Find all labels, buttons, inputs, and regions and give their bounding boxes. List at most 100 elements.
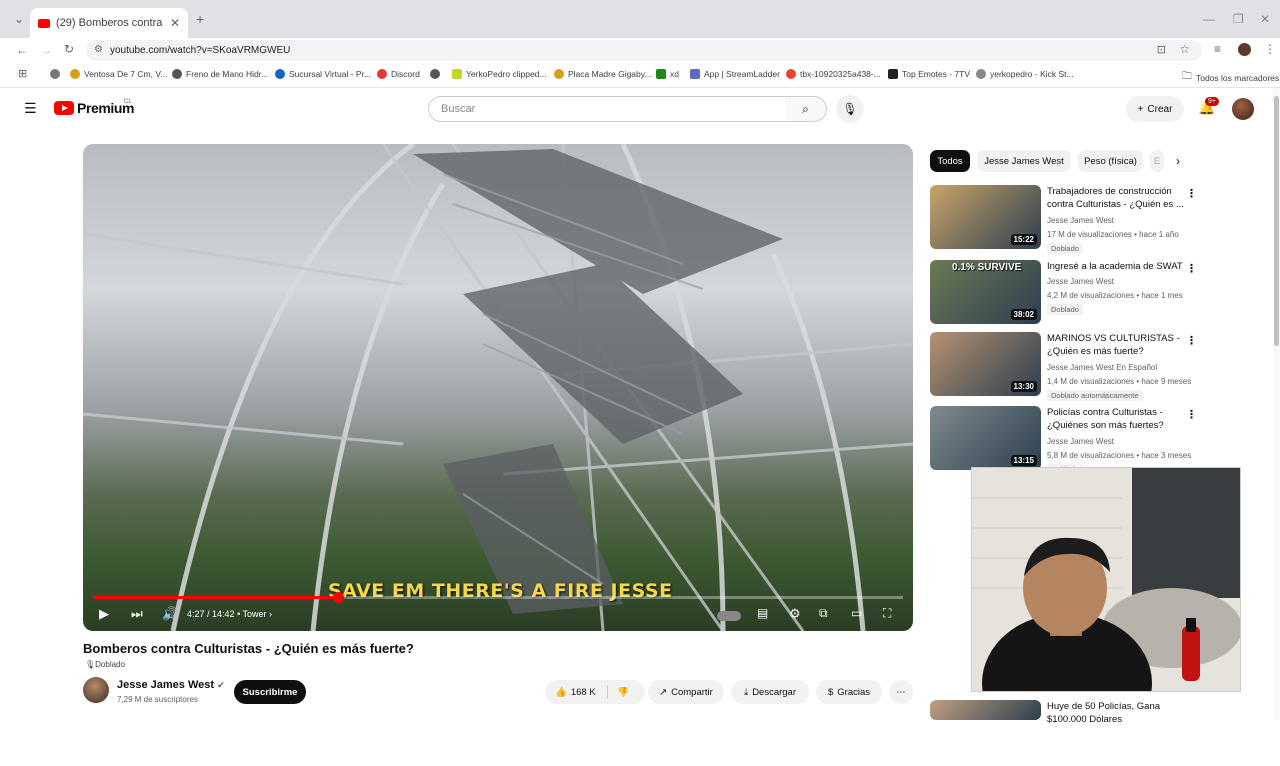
bookmark-item[interactable]: Placa Madre Gigaby... <box>554 69 651 79</box>
more-vertical-icon[interactable]: ⋮ <box>1186 262 1197 275</box>
next-video-icon[interactable]: ⏭ <box>131 606 143 622</box>
reload-icon[interactable]: ↻ <box>64 42 74 56</box>
maximize-icon[interactable]: ❐ <box>1233 12 1244 26</box>
close-window-icon[interactable]: ✕ <box>1260 12 1270 26</box>
bookmark-item[interactable]: Ventosa De 7 Cm, V... <box>70 69 167 79</box>
recommendation-title[interactable]: MARINOS VS CULTURISTAS - ¿Quién es más f… <box>1047 332 1185 358</box>
bookmark-item[interactable]: Freno de Mano Hidr... <box>172 69 268 79</box>
chip-weight[interactable]: Peso (física) <box>1078 150 1143 172</box>
recommendation-item[interactable]: 13:30 MARINOS VS CULTURISTAS - ¿Quién es … <box>930 332 1270 401</box>
play-icon[interactable]: ▶ <box>99 606 109 622</box>
dubbed-badge: Doblado automáticamente <box>1047 390 1143 401</box>
notification-badge: 9+ <box>1205 97 1219 106</box>
plus-icon: + <box>1137 103 1144 115</box>
subscribe-button[interactable]: Suscribirme <box>234 680 306 704</box>
recommendation-item[interactable]: 13:15 Policías contra Culturistas - ¿Quié… <box>930 406 1270 475</box>
url-text: youtube.com/watch?v=SKoaVRMGWEU <box>110 45 291 56</box>
bookmark-item[interactable]: Sucursal Virtual - Pr... <box>275 69 371 79</box>
new-tab-icon[interactable]: + <box>196 11 204 27</box>
volume-icon[interactable]: 🔊 <box>162 606 178 622</box>
bookmark-item[interactable]: xd <box>656 69 679 79</box>
folder-icon: 🗀 <box>1182 71 1192 82</box>
bookmark-item[interactable]: tbx-10920325a438-... <box>786 69 881 79</box>
more-vertical-icon[interactable]: ⋮ <box>1186 334 1197 347</box>
forward-icon[interactable]: → <box>40 43 52 57</box>
recommendation-thumbnail[interactable]: 15:22 <box>930 185 1041 249</box>
close-tab-icon[interactable]: ✕ <box>170 16 180 30</box>
fullscreen-icon[interactable]: ⛶ <box>883 606 891 621</box>
apps-grid-icon[interactable]: ⊞ <box>18 67 27 80</box>
bookmark-star-icon[interactable]: ☆ <box>1179 42 1190 56</box>
recommendation-channel[interactable]: Jesse James West <box>1047 277 1114 286</box>
recommendation-item[interactable]: 15:22 Trabajadores de construcción contra… <box>930 185 1270 254</box>
voice-search-button[interactable]: 🎙 <box>836 95 864 123</box>
bookmark-item[interactable]: YerkoPedro clipped... <box>452 69 547 79</box>
account-avatar[interactable] <box>1232 98 1254 120</box>
site-info-icon[interactable]: ⚙ <box>94 44 103 55</box>
thanks-button[interactable]: $ Gracias <box>816 680 882 704</box>
profile-avatar[interactable] <box>1238 43 1251 56</box>
channel-avatar[interactable] <box>83 677 109 703</box>
recommendation-thumbnail[interactable]: 13:30 <box>930 332 1041 396</box>
address-bar-row: ← → ↻ ⚙ youtube.com/watch?v=SKoaVRMGWEU … <box>0 38 1280 62</box>
more-vertical-icon[interactable]: ⋮ <box>1186 187 1197 200</box>
recommendation-channel[interactable]: Jesse James West <box>1047 437 1114 446</box>
thumbnail-overlay-text: 0.1% SURVIVE <box>952 262 1022 273</box>
like-button[interactable]: 👍 168 K 👎 <box>545 680 645 704</box>
recommendation-thumbnail[interactable]: 0.1% SURVIVE 38:02 <box>930 260 1041 324</box>
media-control-icon[interactable]: ≡ <box>1214 42 1221 56</box>
recommendation-title[interactable]: Ingresé a la academia de SWAT <box>1047 260 1185 273</box>
bookmark-item[interactable]: yerkopedro - Kick St... <box>976 69 1074 79</box>
minimize-icon[interactable]: — <box>1203 12 1215 26</box>
browser-tab[interactable]: (29) Bomberos contra Culturist ✕ <box>30 8 188 38</box>
recommendation-thumbnail[interactable] <box>930 700 1041 720</box>
more-actions-button[interactable]: ⋯ <box>889 680 913 704</box>
bookmark-item[interactable]: Top Emotes - 7TV <box>888 69 970 79</box>
settings-gear-icon[interactable]: ⚙ <box>789 606 801 622</box>
miniplayer-icon[interactable]: ⧉ <box>819 606 828 621</box>
chip-partial[interactable]: E <box>1150 150 1164 172</box>
progress-played <box>93 596 338 599</box>
url-input[interactable]: ⚙ youtube.com/watch?v=SKoaVRMGWEU ⊡ ☆ <box>86 40 1202 61</box>
recommendation-title[interactable]: Huye de 50 Policías, Gana $100.000 Dólar… <box>1047 700 1185 726</box>
install-app-icon[interactable]: ⊡ <box>1157 43 1166 56</box>
thumbs-down-icon[interactable]: 👎 <box>617 687 629 698</box>
recommendation-channel[interactable]: Jesse James West <box>1047 216 1114 225</box>
channel-name[interactable]: Jesse James West ✔ <box>117 679 225 691</box>
chip-all[interactable]: Todos <box>930 150 970 172</box>
recommendation-item[interactable]: 0.1% SURVIVE 38:02 Ingresé a la academia d… <box>930 260 1270 326</box>
chapter-label[interactable]: • Tower › <box>237 609 272 619</box>
browser-menu-icon[interactable]: ⋮ <box>1264 42 1276 56</box>
recommendation-item[interactable]: Huye de 50 Policías, Gana $100.000 Dólar… <box>930 700 1270 766</box>
recommendation-thumbnail[interactable]: 13:15 <box>930 406 1041 470</box>
share-button[interactable]: ↗ Compartir <box>648 680 724 704</box>
back-icon[interactable]: ← <box>16 43 28 57</box>
search-input[interactable]: Buscar <box>428 96 786 122</box>
recommendation-channel[interactable]: Jesse James West En Español <box>1047 363 1157 372</box>
more-vertical-icon[interactable]: ⋮ <box>1186 408 1197 421</box>
video-player[interactable]: SAVE EM THERE'S A FIRE JESSE ▶ ⏭ 🔊 4:27 … <box>83 144 913 631</box>
video-progress-bar[interactable] <box>93 592 903 603</box>
microphone-icon: 🎙 <box>842 102 858 116</box>
hamburger-menu-icon[interactable]: ☰ <box>24 100 37 117</box>
youtube-logo[interactable]: Premium <box>54 100 135 116</box>
tab-title: (29) Bomberos contra Culturist <box>56 17 166 29</box>
video-title: Bomberos contra Culturistas - ¿Quién es … <box>83 641 414 656</box>
bookmark-item[interactable]: Discord <box>377 69 420 79</box>
all-bookmarks-folder[interactable]: 🗀 Todos los marcadores <box>1182 69 1279 86</box>
subtitles-icon[interactable]: ▤ <box>757 606 768 620</box>
autoplay-toggle[interactable] <box>717 611 741 621</box>
theater-mode-icon[interactable]: ▭ <box>851 606 862 620</box>
bookmark-item[interactable] <box>50 69 64 79</box>
bookmark-item[interactable] <box>430 69 444 79</box>
tab-search-icon[interactable]: ⌄ <box>14 12 24 26</box>
recommendation-title[interactable]: Trabajadores de construcción contra Cult… <box>1047 185 1185 211</box>
chips-next-icon[interactable]: › <box>1176 154 1180 168</box>
create-button[interactable]: + Crear <box>1126 96 1184 122</box>
bookmark-item[interactable]: App | StreamLadder <box>690 69 780 79</box>
recommendation-title[interactable]: Policías contra Culturistas - ¿Quiénes s… <box>1047 406 1185 432</box>
chip-jesse-james-west[interactable]: Jesse James West <box>977 150 1071 172</box>
page-scrollbar-thumb[interactable] <box>1274 96 1279 346</box>
search-button[interactable]: ⌕ <box>785 96 827 122</box>
download-button[interactable]: ⤓ Descargar <box>731 680 809 704</box>
